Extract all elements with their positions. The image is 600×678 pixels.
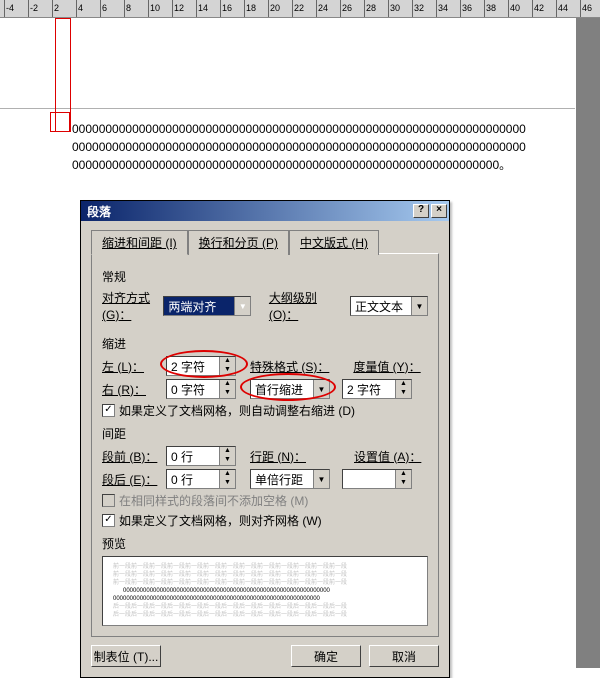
indent-right-spinner[interactable]: 0 字符	[166, 379, 236, 399]
chevron-down-icon	[313, 470, 329, 488]
ruler-tick: 34	[436, 0, 448, 18]
auto-adjust-right-indent-checkbox[interactable]: ✓ 如果定义了文档网格，则自动调整右缩进 (D)	[102, 402, 428, 419]
ruler-tick: 32	[412, 0, 424, 18]
ruler-tick: 18	[244, 0, 256, 18]
ruler-tick: 38	[484, 0, 496, 18]
dialog-title: 段落	[87, 203, 111, 220]
ruler-tick: 14	[196, 0, 208, 18]
annotation-margin-highlight	[50, 112, 70, 132]
workspace-background	[576, 18, 600, 668]
checkbox-icon: ✓	[102, 514, 115, 527]
section-general: 常规	[102, 268, 428, 285]
tabs-button[interactable]: 制表位 (T)...	[91, 645, 161, 667]
outline-level-label: 大纲级别 (O)：	[269, 289, 346, 323]
horizontal-ruler: -4-2246810121416182022242628303234363840…	[0, 0, 600, 18]
section-indent: 缩进	[102, 335, 428, 352]
ruler-tick: 12	[172, 0, 184, 18]
ruler-tick: 26	[340, 0, 352, 18]
preview-pane: 前一段前一段前一段前一段前一段前一段前一段前一段前一段前一段前一段前一段前一段 …	[102, 556, 428, 626]
ruler-tick: 42	[532, 0, 544, 18]
checkbox-icon: ✓	[102, 404, 115, 417]
ruler-tick: 44	[556, 0, 568, 18]
tab-indent-spacing[interactable]: 缩进和间距 (I)	[91, 230, 188, 255]
space-before-label: 段前 (B)：	[102, 448, 162, 465]
ruler-tick: 2	[52, 0, 59, 18]
chevron-down-icon	[411, 297, 427, 315]
indent-right-label: 右 (R)：	[102, 381, 162, 398]
paragraph-dialog: 段落 ? × 缩进和间距 (I) 换行和分页 (P) 中文版式 (H) 常规 对…	[80, 200, 450, 678]
help-button[interactable]: ?	[413, 204, 429, 218]
space-before-spinner[interactable]: 0 行	[166, 446, 236, 466]
special-format-combo[interactable]: 首行缩进	[250, 379, 330, 399]
ruler-tick: 40	[508, 0, 520, 18]
ruler-tick: 10	[148, 0, 160, 18]
checkbox-icon	[102, 494, 115, 507]
ok-button[interactable]: 确定	[291, 645, 361, 667]
alignment-combo[interactable]: 两端对齐	[163, 296, 251, 316]
indent-left-label: 左 (L)：	[102, 358, 162, 375]
ruler-tick: 36	[460, 0, 472, 18]
set-at-spinner[interactable]	[342, 469, 412, 489]
tab-line-page-breaks[interactable]: 换行和分页 (P)	[188, 230, 289, 255]
line-spacing-label: 行距 (N)：	[250, 448, 306, 465]
ruler-tick: -2	[28, 0, 38, 18]
close-button[interactable]: ×	[431, 204, 447, 218]
dialog-titlebar[interactable]: 段落 ? ×	[81, 201, 449, 221]
cancel-button[interactable]: 取消	[369, 645, 439, 667]
dialog-button-row: 制表位 (T)... 确定 取消	[91, 645, 439, 667]
section-preview: 预览	[102, 535, 428, 552]
ruler-tick: 24	[316, 0, 328, 18]
indent-left-spinner[interactable]: 2 字符	[166, 356, 236, 376]
space-after-spinner[interactable]: 0 行	[166, 469, 236, 489]
outline-level-combo[interactable]: 正文文本	[350, 296, 428, 316]
chevron-down-icon	[234, 297, 250, 315]
snap-to-grid-checkbox[interactable]: ✓ 如果定义了文档网格，则对齐网格 (W)	[102, 512, 428, 529]
tabstrip: 缩进和间距 (I) 换行和分页 (P) 中文版式 (H)	[91, 229, 439, 254]
ruler-tick: 6	[100, 0, 107, 18]
ruler-tick: 4	[76, 0, 83, 18]
space-after-label: 段后 (E)：	[102, 471, 162, 488]
document-body-text: 0000000000000000000000000000000000000000…	[72, 120, 572, 174]
ruler-tick: 20	[268, 0, 280, 18]
ruler-tick: 30	[388, 0, 400, 18]
tab-asian-typography[interactable]: 中文版式 (H)	[289, 230, 379, 255]
line-spacing-combo[interactable]: 单倍行距	[250, 469, 330, 489]
measure-spinner[interactable]: 2 字符	[342, 379, 412, 399]
set-at-label: 设置值 (A)：	[354, 448, 421, 465]
ruler-tick: 22	[292, 0, 304, 18]
measure-label: 度量值 (Y)：	[353, 358, 420, 375]
ruler-tick: 28	[364, 0, 376, 18]
ruler-tick: 8	[124, 0, 131, 18]
alignment-label: 对齐方式 (G)：	[102, 289, 159, 323]
ruler-tick: 16	[220, 0, 232, 18]
special-format-label: 特殊格式 (S)：	[250, 358, 329, 375]
ruler-tick: 46	[580, 0, 592, 18]
section-spacing: 间距	[102, 425, 428, 442]
tab-panel: 常规 对齐方式 (G)： 两端对齐 大纲级别 (O)： 正文文本 缩进 左 (L…	[91, 253, 439, 637]
chevron-down-icon	[313, 380, 329, 398]
ruler-tick: -4	[4, 0, 14, 18]
no-space-same-style-checkbox: 在相同样式的段落间不添加空格 (M)	[102, 492, 428, 509]
